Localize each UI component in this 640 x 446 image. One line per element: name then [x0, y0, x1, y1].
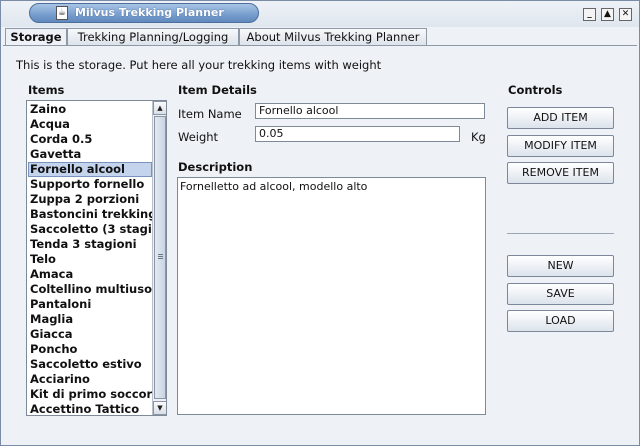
- list-item[interactable]: Zaino: [28, 102, 152, 117]
- tab-trekking-planning[interactable]: Trekking Planning/Logging: [67, 28, 239, 45]
- items-scrollbar[interactable]: ▲ ▼: [152, 101, 166, 415]
- grip-line: [158, 254, 163, 255]
- list-item[interactable]: Poncho: [28, 342, 152, 357]
- items-list-content: Zaino Acqua Corda 0.5 Gavetta Fornello alcoo…: [28, 102, 152, 415]
- tab-about[interactable]: About Milvus Trekking Planner: [239, 28, 427, 45]
- list-item[interactable]: Corda 0.5: [28, 132, 152, 147]
- title-bar[interactable]: ☕ Milvus Trekking Planner _ ▲ ✕: [1, 1, 639, 27]
- list-item[interactable]: Amaca: [28, 267, 152, 282]
- list-item[interactable]: Saccoletto estivo: [28, 357, 152, 372]
- list-item[interactable]: Giacca: [28, 327, 152, 342]
- storage-intro: This is the storage. Put here all your t…: [16, 58, 382, 72]
- close-icon[interactable]: ✕: [619, 8, 632, 21]
- modify-item-button[interactable]: MODIFY ITEM: [507, 135, 614, 157]
- tab-divider: [3, 45, 637, 46]
- list-item[interactable]: Tenda 3 stagioni: [28, 237, 152, 252]
- list-item[interactable]: Zuppa 2 porzioni: [28, 192, 152, 207]
- list-item[interactable]: Kit di primo soccorso: [28, 387, 152, 402]
- description-textarea[interactable]: Fornelletto ad alcool, modello alto: [177, 177, 486, 415]
- controls-separator: [507, 233, 614, 234]
- grip-line: [158, 256, 163, 257]
- list-item[interactable]: Acciarino: [28, 372, 152, 387]
- window-title: Milvus Trekking Planner: [75, 6, 224, 19]
- list-item[interactable]: Fornello alcool: [28, 162, 152, 177]
- list-item[interactable]: Acqua: [28, 117, 152, 132]
- description-label: Description: [178, 160, 253, 174]
- app-window: ☕ Milvus Trekking Planner _ ▲ ✕ Storage …: [0, 0, 640, 446]
- minimize-icon[interactable]: _: [583, 8, 596, 21]
- list-item[interactable]: Gavetta: [28, 147, 152, 162]
- items-list[interactable]: Zaino Acqua Corda 0.5 Gavetta Fornello alcoo…: [26, 100, 167, 416]
- grip-line: [158, 258, 163, 259]
- remove-item-button[interactable]: REMOVE ITEM: [507, 162, 614, 184]
- add-item-button[interactable]: ADD ITEM: [507, 107, 614, 129]
- scroll-up-icon[interactable]: ▲: [153, 101, 166, 115]
- list-item[interactable]: Saccoletto (3 stagioni): [28, 222, 152, 237]
- items-header: Items: [28, 83, 65, 97]
- list-item[interactable]: Telo: [28, 252, 152, 267]
- new-button[interactable]: NEW: [507, 255, 614, 277]
- tab-storage[interactable]: Storage: [5, 28, 67, 46]
- list-item[interactable]: Bastoncini trekking: [28, 207, 152, 222]
- load-button[interactable]: LOAD: [507, 310, 614, 332]
- maximize-icon[interactable]: ▲: [601, 8, 614, 21]
- list-item[interactable]: Pantaloni: [28, 297, 152, 312]
- controls-header: Controls: [508, 83, 563, 97]
- list-item[interactable]: Coltellino multiuso: [28, 282, 152, 297]
- weight-unit: Kg: [471, 130, 486, 144]
- list-item[interactable]: Supporto fornello: [28, 177, 152, 192]
- list-item[interactable]: Maglia: [28, 312, 152, 327]
- java-app-icon[interactable]: ☕: [56, 6, 68, 20]
- weight-input[interactable]: 0.05: [255, 126, 460, 142]
- scroll-thumb[interactable]: [154, 116, 166, 399]
- item-name-input[interactable]: Fornello alcool: [255, 103, 485, 119]
- item-name-label: Item Name: [178, 107, 242, 121]
- list-item[interactable]: Accettino Tattico: [28, 402, 152, 415]
- save-button[interactable]: SAVE: [507, 283, 614, 305]
- weight-label: Weight: [178, 130, 219, 144]
- item-details-header: Item Details: [178, 83, 257, 97]
- scroll-down-icon[interactable]: ▼: [153, 401, 166, 415]
